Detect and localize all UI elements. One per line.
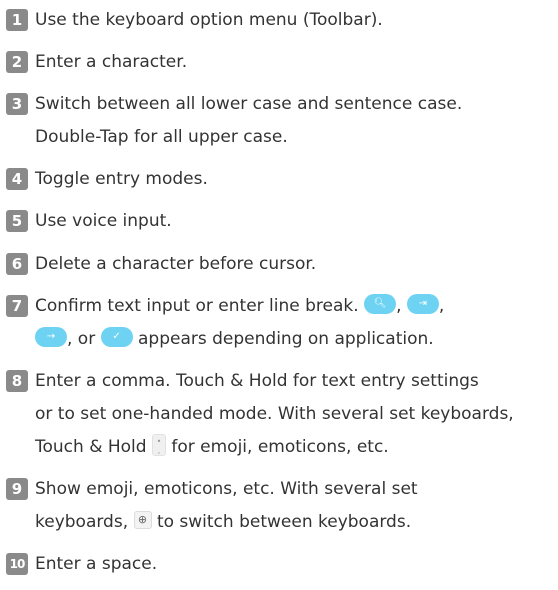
instruction-list: 1 Use the keyboard option menu (Toolbar)…: [0, 0, 558, 590]
step-text: Show emoji, emoticons, etc. With several…: [35, 479, 418, 499]
step-number-badge: 1: [6, 9, 28, 31]
step-text: Touch & Hold •, for emoji, emoticons, et…: [35, 432, 389, 462]
step-text: Switch between all lower case and senten…: [35, 94, 463, 114]
step-text: Enter a character.: [35, 52, 188, 72]
step-number-badge: 10: [6, 553, 28, 575]
globe-key-icon: ⊕: [133, 511, 152, 529]
mic-comma-key-icon: •,: [151, 434, 166, 456]
step-text: keyboards, ⊕ to switch between keyboards…: [35, 511, 412, 532]
step-text: Use the keyboard option menu (Toolbar).: [35, 10, 383, 30]
step-text: Double-Tap for all upper case.: [35, 127, 288, 147]
done-key-icon: ✓: [100, 327, 133, 347]
next-key-icon: →: [35, 327, 67, 347]
step-text: Use voice input.: [35, 211, 172, 231]
step-text: Toggle entry modes.: [35, 169, 208, 189]
step-number-badge: 9: [6, 478, 28, 500]
step-number-badge: 2: [6, 51, 28, 73]
step-number-badge: 4: [6, 168, 28, 190]
step-text: or to set one-handed mode. With several …: [35, 404, 514, 424]
step-number-badge: 8: [6, 370, 28, 392]
search-key-icon: 🔍︎: [364, 294, 397, 314]
tab-key-icon: ⇥: [406, 294, 439, 314]
step-number-badge: 6: [6, 253, 28, 275]
step-text: Confirm text input or enter line break. …: [35, 294, 445, 316]
step-text: Delete a character before cursor.: [35, 254, 317, 274]
step-number-badge: 7: [6, 295, 28, 317]
step-number-badge: 5: [6, 210, 28, 232]
step-number-badge: 3: [6, 93, 28, 115]
step-text: Enter a comma. Touch & Hold for text ent…: [35, 371, 479, 391]
step-text: Enter a space.: [35, 554, 158, 574]
step-text: →, or ✓ appears depending on application…: [35, 324, 434, 354]
